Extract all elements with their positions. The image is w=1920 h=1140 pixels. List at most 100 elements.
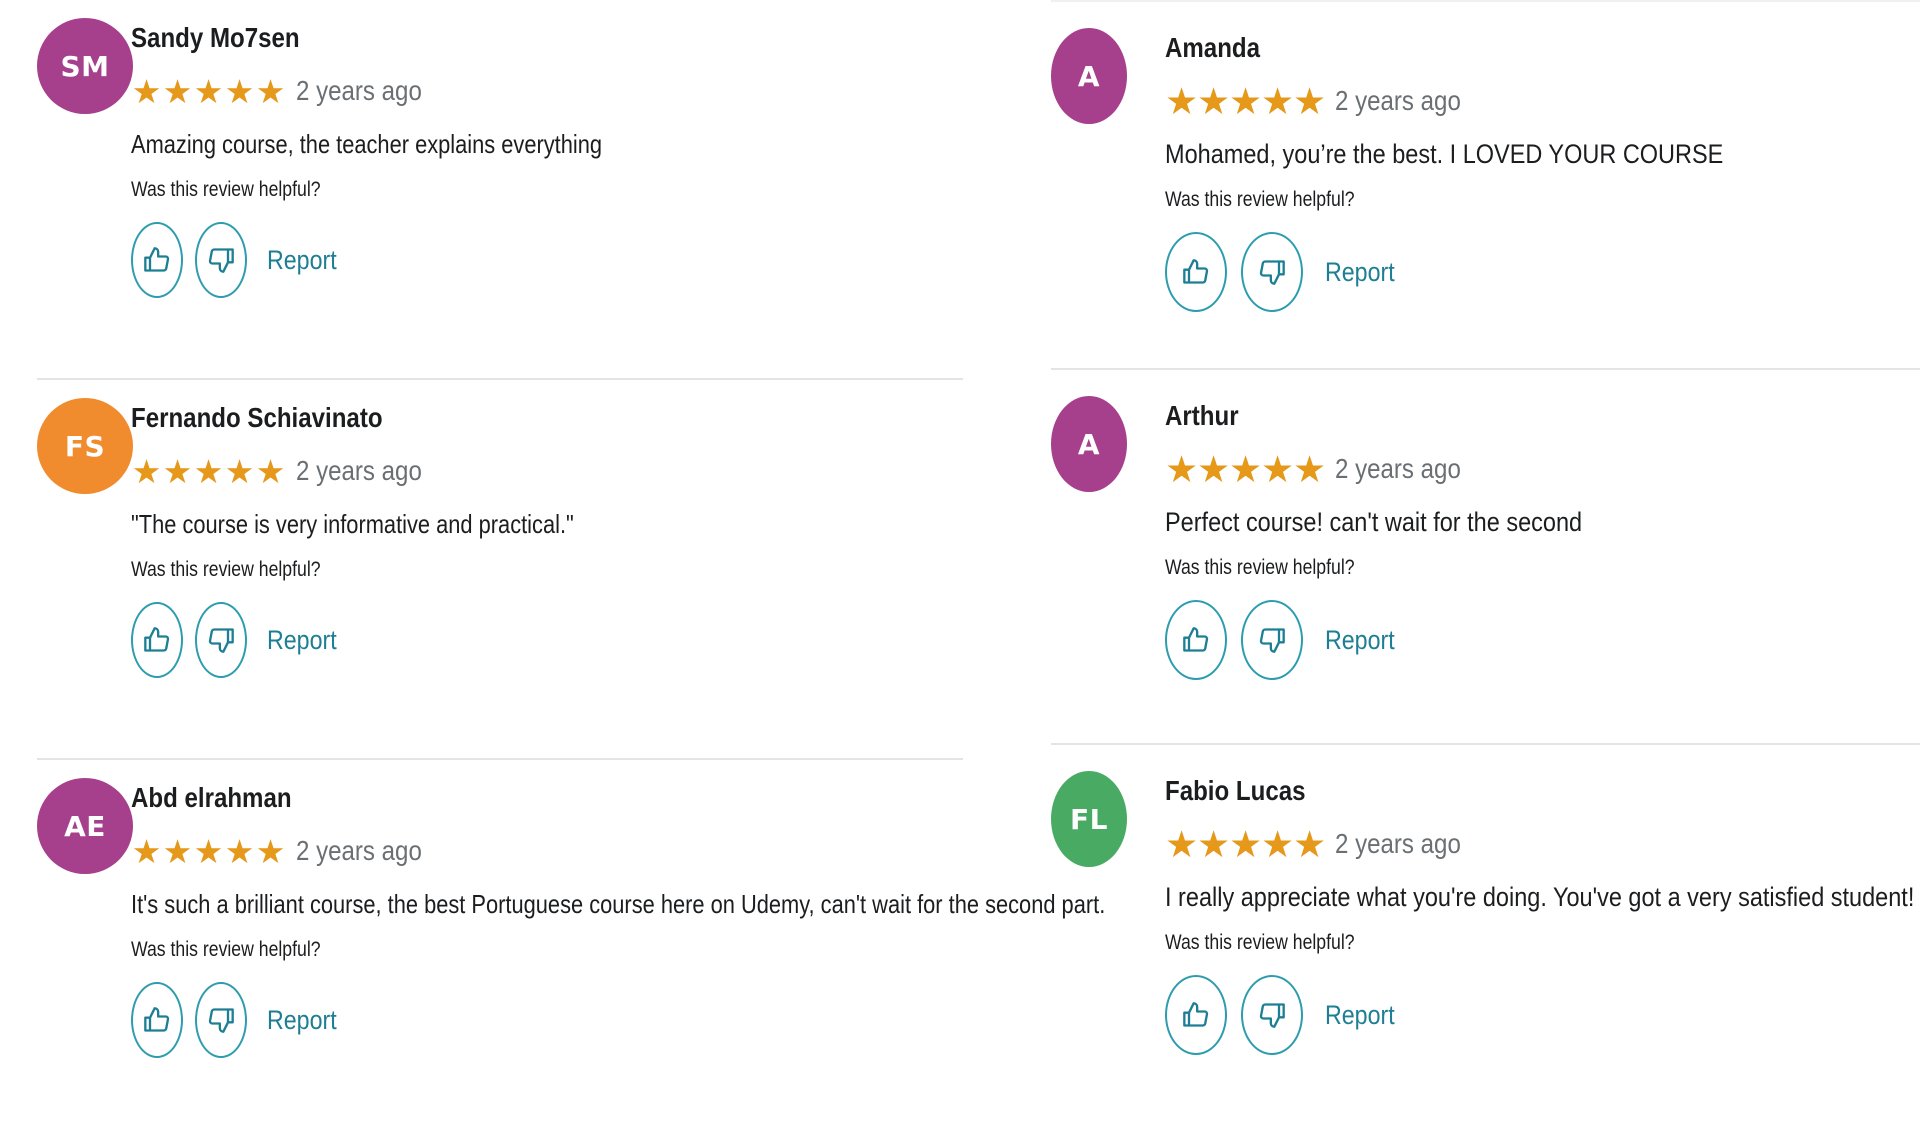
thumbs-down-button[interactable] (1241, 232, 1303, 312)
thumbs-up-icon (1183, 627, 1209, 652)
reviewer-name: Sandy Mo7sen (131, 22, 300, 53)
thumbs-down-button[interactable] (1241, 600, 1303, 680)
rating-row: ★ ★ ★ ★ ★ 2 years ago (1165, 74, 1920, 128)
review-card: SM Sandy Mo7sen ★ ★ ★ ★ ★ 2 years ago Am… (37, 0, 963, 380)
review-comment: "The course is very informative and prac… (131, 509, 574, 539)
review-comment: Amazing course, the teacher explains eve… (131, 129, 603, 159)
star-icon: ★ (1165, 80, 1199, 122)
thumbs-up-button[interactable] (1165, 975, 1227, 1055)
review-body: Fabio Lucas ★ ★ ★ ★ ★ 2 years ago I real… (1165, 771, 1920, 1055)
thumbs-up-icon (144, 247, 170, 272)
star-icon: ★ (255, 452, 286, 490)
star-icon: ★ (1165, 448, 1199, 490)
reviews-column-left: SM Sandy Mo7sen ★ ★ ★ ★ ★ 2 years ago Am… (37, 0, 1105, 1140)
thumbs-up-button[interactable] (131, 602, 183, 678)
star-icon: ★ (131, 452, 162, 490)
thumbs-down-button[interactable] (195, 982, 247, 1058)
review-card: FS Fernando Schiavinato ★ ★ ★ ★ ★ 2 year… (37, 380, 963, 760)
reviewer-name: Abd elrahman (131, 782, 292, 813)
star-icon: ★ (193, 452, 224, 490)
thumbs-up-button[interactable] (1165, 232, 1227, 312)
review-body: Sandy Mo7sen ★ ★ ★ ★ ★ 2 years ago Amazi… (131, 18, 963, 298)
review-body: Fernando Schiavinato ★ ★ ★ ★ ★ 2 years a… (131, 398, 963, 678)
star-icon: ★ (1261, 80, 1295, 122)
thumbs-up-button[interactable] (131, 222, 183, 298)
star-icon: ★ (224, 452, 255, 490)
helpful-prompt: Was this review helpful? (131, 558, 321, 581)
thumbs-down-button[interactable] (195, 602, 247, 678)
star-icon: ★ (162, 72, 193, 110)
review-card: A Arthur ★ ★ ★ ★ ★ 2 years ago Perfect c… (1051, 370, 1920, 745)
review-card: AE Abd elrahman ★ ★ ★ ★ ★ 2 years ago It… (37, 760, 1105, 1140)
star-rating: ★ ★ ★ ★ ★ (1165, 448, 1327, 490)
star-icon: ★ (1261, 448, 1295, 490)
star-icon: ★ (1229, 448, 1263, 490)
review-card: A Amanda ★ ★ ★ ★ ★ 2 years ago Mohamed, … (1051, 0, 1920, 370)
thumbs-down-icon (1259, 628, 1285, 653)
thumbs-down-icon (1259, 1003, 1285, 1028)
avatar: FL (1051, 771, 1127, 867)
report-link[interactable]: Report (267, 245, 337, 276)
review-actions: Report (1165, 600, 1920, 680)
star-rating: ★ ★ ★ ★ ★ (131, 455, 286, 488)
review-actions: Report (1165, 975, 1920, 1055)
star-icon: ★ (1229, 80, 1263, 122)
review-time: 2 years ago (296, 455, 422, 486)
rating-row: ★ ★ ★ ★ ★ 2 years ago (131, 444, 963, 498)
rating-row: ★ ★ ★ ★ ★ 2 years ago (131, 64, 963, 118)
review-body: Arthur ★ ★ ★ ★ ★ 2 years ago Perfect cou… (1165, 396, 1920, 680)
rating-row: ★ ★ ★ ★ ★ 2 years ago (1165, 817, 1920, 871)
star-icon: ★ (193, 72, 224, 110)
review-actions: Report (131, 222, 963, 298)
review-card: FL Fabio Lucas ★ ★ ★ ★ ★ 2 years ago I r… (1051, 745, 1920, 1120)
reviewer-name: Fabio Lucas (1165, 775, 1306, 806)
star-icon: ★ (255, 72, 286, 110)
review-actions: Report (1165, 232, 1920, 312)
star-icon: ★ (224, 72, 255, 110)
thumbs-up-icon (1183, 259, 1209, 284)
reviews-column-right: A Amanda ★ ★ ★ ★ ★ 2 years ago Mohamed, … (1051, 0, 1920, 1120)
star-icon: ★ (1197, 448, 1231, 490)
star-icon: ★ (1293, 823, 1327, 865)
star-icon: ★ (1293, 448, 1327, 490)
thumbs-up-icon (144, 1007, 170, 1032)
star-icon: ★ (1261, 823, 1295, 865)
review-actions: Report (131, 602, 963, 678)
report-link[interactable]: Report (1325, 625, 1395, 656)
avatar: A (1051, 396, 1127, 492)
avatar: AE (37, 778, 133, 874)
thumbs-up-icon (1183, 1002, 1209, 1027)
star-icon: ★ (162, 832, 193, 870)
helpful-prompt: Was this review helpful? (1165, 188, 1355, 211)
star-icon: ★ (1197, 80, 1231, 122)
star-icon: ★ (255, 832, 286, 870)
thumbs-down-icon (208, 248, 234, 273)
review-comment: Perfect course! can't wait for the secon… (1165, 507, 1583, 537)
reviewer-name: Arthur (1165, 400, 1239, 431)
review-body: Amanda ★ ★ ★ ★ ★ 2 years ago Mohamed, yo… (1165, 28, 1920, 312)
rating-row: ★ ★ ★ ★ ★ 2 years ago (131, 824, 963, 878)
report-link[interactable]: Report (267, 625, 337, 656)
report-link[interactable]: Report (1325, 1000, 1395, 1031)
thumbs-down-button[interactable] (1241, 975, 1303, 1055)
review-time: 2 years ago (296, 835, 422, 866)
avatar: SM (37, 18, 133, 114)
reviewer-name: Fernando Schiavinato (131, 402, 383, 433)
star-icon: ★ (131, 832, 162, 870)
thumbs-up-button[interactable] (131, 982, 183, 1058)
helpful-prompt: Was this review helpful? (131, 178, 321, 201)
review-actions: Report (131, 982, 963, 1058)
thumbs-down-icon (1259, 260, 1285, 285)
review-comment: Mohamed, you’re the best. I LOVED YOUR C… (1165, 139, 1724, 169)
avatar: FS (37, 398, 133, 494)
star-icon: ★ (1165, 823, 1199, 865)
review-time: 2 years ago (296, 75, 422, 106)
thumbs-down-button[interactable] (195, 222, 247, 298)
report-link[interactable]: Report (1325, 257, 1395, 288)
reviewer-name: Amanda (1165, 32, 1261, 63)
report-link[interactable]: Report (267, 1005, 337, 1036)
star-icon: ★ (162, 452, 193, 490)
star-icon: ★ (1197, 823, 1231, 865)
thumbs-up-button[interactable] (1165, 600, 1227, 680)
review-body: Abd elrahman ★ ★ ★ ★ ★ 2 years ago It's … (131, 778, 1105, 1058)
